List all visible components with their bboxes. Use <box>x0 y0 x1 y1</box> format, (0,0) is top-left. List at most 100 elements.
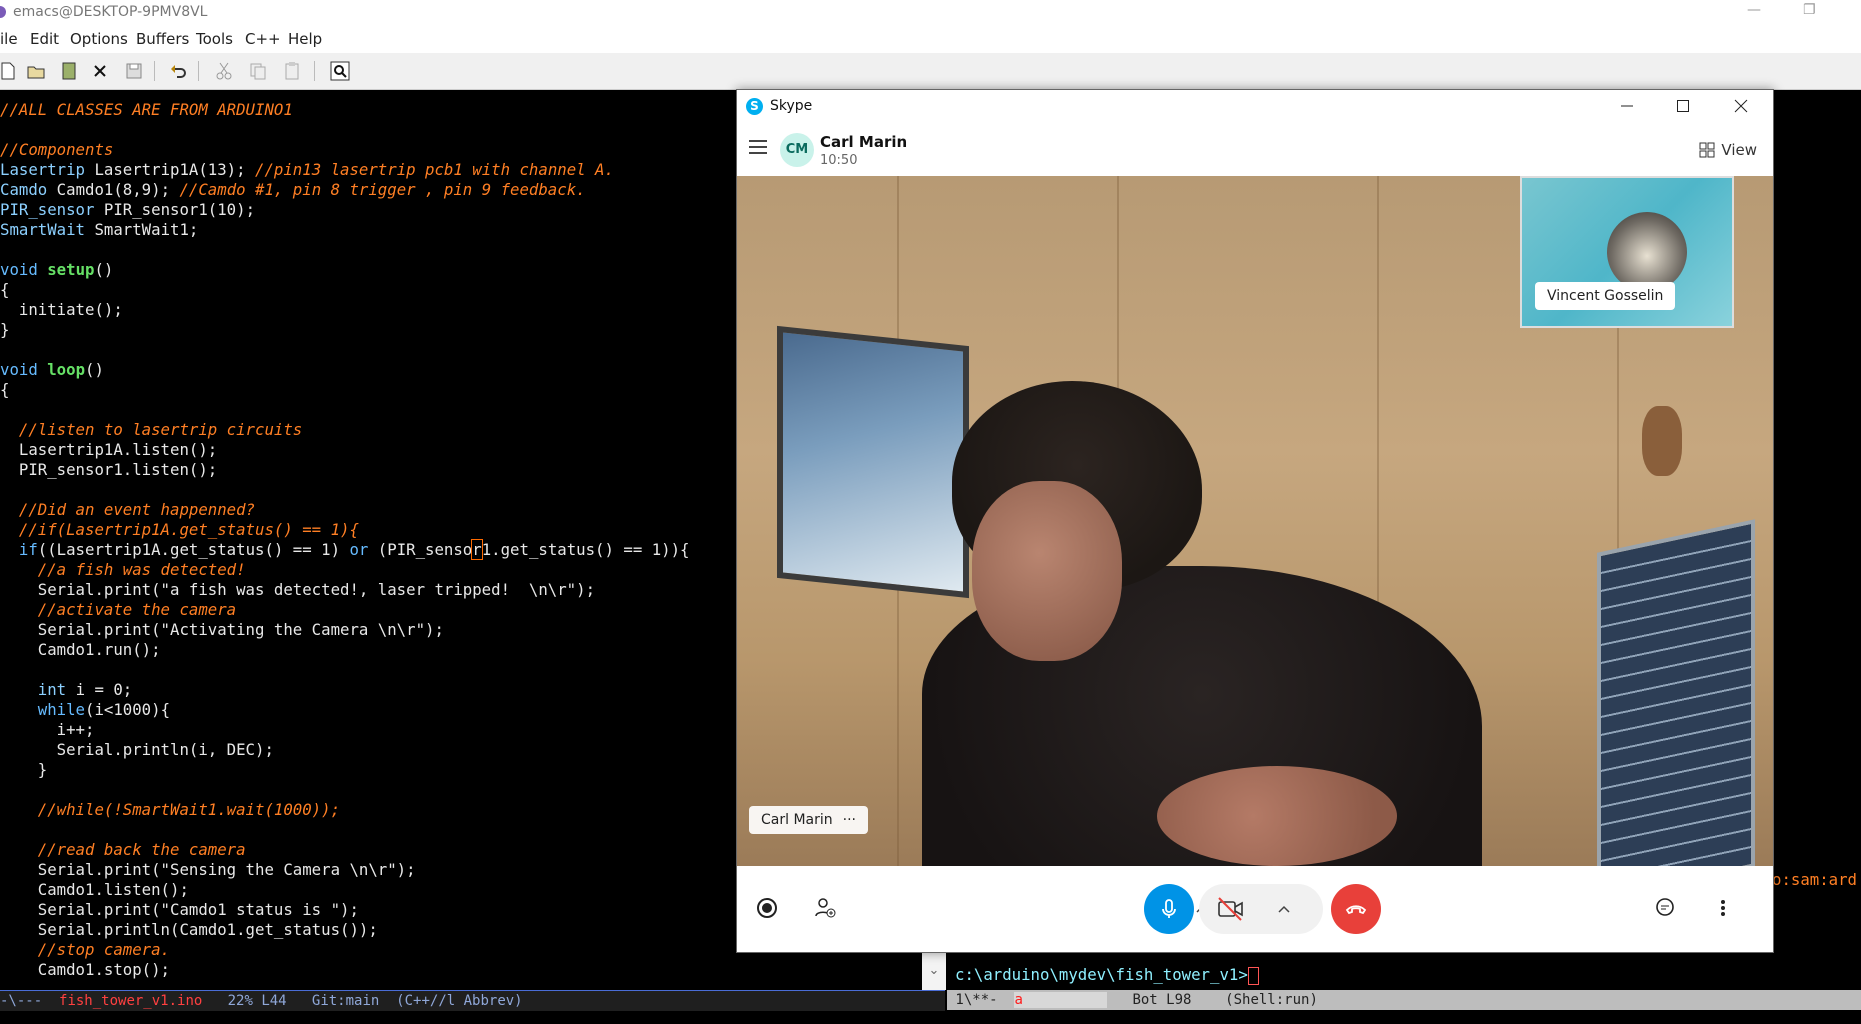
code-token: Lasertrip1A(13); <box>85 160 256 179</box>
modeline-code-buffer: -\--- fish_tower_v1.ino 22% L44 Git:main… <box>0 990 945 1011</box>
camera-off-icon[interactable] <box>1217 896 1245 922</box>
shell-scroll-down-icon[interactable]: ⌄ <box>922 952 946 990</box>
code-token: //listen to lasertrip circuits <box>0 420 303 439</box>
code-token: loop <box>47 360 86 379</box>
camera-options-chevron-icon[interactable] <box>1277 902 1291 916</box>
end-call-button[interactable] <box>1331 884 1381 934</box>
code-token: 1.get_status() == 1)){ <box>481 540 690 559</box>
menu-cpp[interactable]: C++ <box>245 30 281 48</box>
code-token: //Did an event happenned? <box>0 500 256 519</box>
code-token: Serial.println(i, DEC); <box>0 740 274 759</box>
skype-minimize-icon[interactable] <box>1617 96 1637 116</box>
chat-icon[interactable] <box>1653 896 1677 920</box>
code-token: //activate the camera <box>0 600 237 619</box>
code-token: () <box>85 360 104 379</box>
code-token: PIR_sensor <box>0 200 95 219</box>
code-token: { <box>0 380 10 399</box>
code-token: Serial.println(Camdo1.get_status()); <box>0 920 378 939</box>
code-token: Serial.print("Activating the Camera \n\r… <box>0 620 444 639</box>
shell-buffer-name: a <box>1014 992 1108 1008</box>
microphone-button[interactable] <box>1144 884 1194 934</box>
code-token: //Camdo #1, pin 8 trigger , pin 9 feedba… <box>179 180 586 199</box>
code-token: Lasertrip1A.listen(); <box>0 440 218 459</box>
code-token: Camdo1(8,9); <box>47 180 180 199</box>
code-token: Camdo1.stop(); <box>0 960 171 979</box>
emacs-menubar: ile Edit Options Buffers Tools C++ Help <box>0 26 1861 53</box>
code-token: void <box>0 260 38 279</box>
emacs-window-title: emacs@DESKTOP-9PMV8VL <box>13 4 208 20</box>
code-token: or <box>349 540 369 559</box>
menu-help[interactable]: Help <box>288 30 322 48</box>
code-token: (PIR_senso <box>368 540 473 559</box>
modeline-shell-buffer: 1\**- a Bot L98 (Shell:run) <box>947 990 1861 1010</box>
copy-icon[interactable] <box>248 61 268 81</box>
menu-options[interactable]: Options <box>70 30 128 48</box>
emacs-logo-icon <box>0 6 6 18</box>
new-file-icon[interactable] <box>0 61 18 81</box>
code-token: //Components <box>0 140 114 159</box>
emacs-toolbar <box>0 53 1861 90</box>
minimize-icon[interactable]: — <box>1747 2 1761 18</box>
code-token: Serial.print("Camdo1 status is "); <box>0 900 359 919</box>
code-token: setup <box>47 260 95 279</box>
more-actions-icon[interactable] <box>1713 896 1733 920</box>
code-token: () <box>94 260 114 279</box>
text-cursor: r <box>471 539 483 560</box>
skype-close-icon[interactable] <box>1731 96 1751 116</box>
code-token: Serial.print("Sensing the Camera \n\r"); <box>0 860 416 879</box>
hamburger-menu-icon[interactable] <box>749 140 767 158</box>
code-token: //while(!SmartWait1.wait(1000)); <box>0 800 341 819</box>
code-token: ((Lasertrip1A.get_status() == 1) <box>37 540 350 559</box>
code-token: Camdo1.listen(); <box>0 880 189 899</box>
skype-logo-icon: S <box>746 98 763 115</box>
open-folder-icon[interactable] <box>26 61 46 81</box>
skype-window: S Skype CM Carl Marin 10:50 View Carl Ma… <box>736 89 1774 953</box>
close-buffer-icon[interactable] <box>90 61 110 81</box>
code-token: SmartWait1; <box>85 220 199 239</box>
open-dired-icon[interactable] <box>59 61 79 81</box>
code-token: { <box>0 280 10 299</box>
code-token: i++; <box>0 720 95 739</box>
search-icon[interactable] <box>330 61 350 81</box>
skype-title: Skype <box>770 98 813 114</box>
code-token: //pin13 lasertrip pcb1 with channel A. <box>255 160 614 179</box>
menu-file[interactable]: ile <box>0 30 18 48</box>
menu-buffers[interactable]: Buffers <box>136 30 189 48</box>
code-token: //stop camera. <box>0 940 171 959</box>
menu-edit[interactable]: Edit <box>30 30 59 48</box>
code-token: if <box>18 540 38 559</box>
code-token: Lasertrip <box>0 160 86 179</box>
buffer-name: fish_tower_v1.ino <box>59 993 203 1009</box>
paste-icon[interactable] <box>282 61 302 81</box>
call-duration: 10:50 <box>820 153 858 168</box>
contact-avatar[interactable]: CM <box>780 133 814 167</box>
undo-icon[interactable] <box>168 61 188 81</box>
cut-icon[interactable] <box>214 61 234 81</box>
code-token: Camdo <box>0 180 48 199</box>
skype-titlebar: S Skype <box>737 90 1773 124</box>
record-icon[interactable] <box>755 896 779 920</box>
save-icon[interactable] <box>124 61 144 81</box>
minibuffer[interactable] <box>0 1011 1861 1024</box>
add-participant-icon[interactable] <box>813 896 837 920</box>
self-view-tile[interactable]: Vincent Gosselin <box>1520 176 1734 328</box>
code-line[interactable]: Camdo1.stop(); <box>0 960 920 980</box>
code-token: PIR_sensor1.listen(); <box>0 460 218 479</box>
code-token: //if(Lasertrip1A.get_status() == 1){ <box>0 520 359 539</box>
shell-text-fragment: o:sam:ard <box>1772 870 1858 889</box>
code-token: Serial.print("a fish was detected!, lase… <box>0 580 596 599</box>
shell-prompt[interactable]: c:\arduino\mydev\fish_tower_v1> <box>955 965 1861 989</box>
menu-tools[interactable]: Tools <box>196 30 233 48</box>
code-token: } <box>0 320 10 339</box>
skype-maximize-icon[interactable] <box>1673 96 1693 116</box>
restore-icon[interactable]: ❐ <box>1803 2 1816 18</box>
more-options-icon[interactable]: ··· <box>843 812 856 828</box>
hang-up-icon <box>1345 905 1367 915</box>
microphone-icon <box>1162 899 1176 918</box>
view-button[interactable]: View <box>1699 141 1757 159</box>
